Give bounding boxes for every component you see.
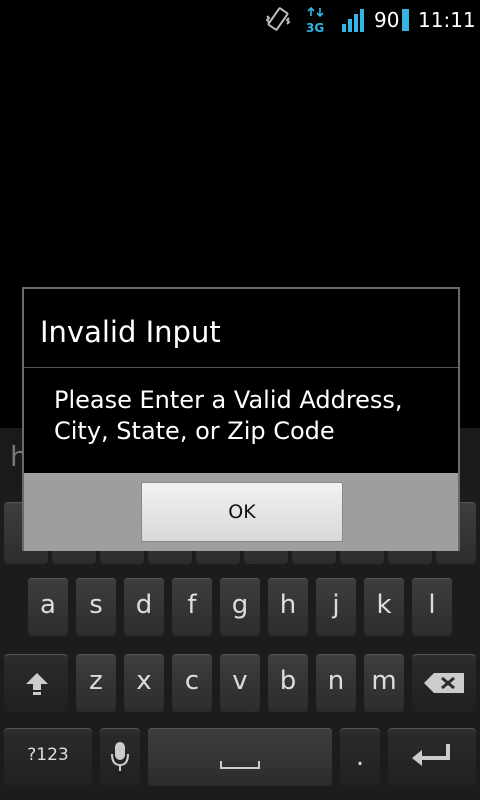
- status-bar: 3G 90 11:11: [0, 0, 480, 38]
- alert-dialog: Invalid Input Please Enter a Valid Addre…: [22, 287, 460, 551]
- dialog-button-bar: OK: [24, 473, 458, 551]
- dialog-title: Invalid Input: [40, 315, 221, 349]
- network-3g-icon: 3G: [306, 6, 324, 34]
- battery-percent: 90: [374, 8, 400, 32]
- dialog-message: Please Enter a Valid Address, City, Stat…: [54, 386, 403, 445]
- clock-time: 11:11: [418, 8, 476, 32]
- signal-strength-icon: [342, 9, 364, 32]
- ok-button[interactable]: OK: [141, 482, 343, 542]
- svg-text:3G: 3G: [306, 21, 324, 34]
- battery-icon: [402, 9, 409, 31]
- dialog-divider: [24, 367, 458, 368]
- vibrate-icon: [265, 7, 291, 31]
